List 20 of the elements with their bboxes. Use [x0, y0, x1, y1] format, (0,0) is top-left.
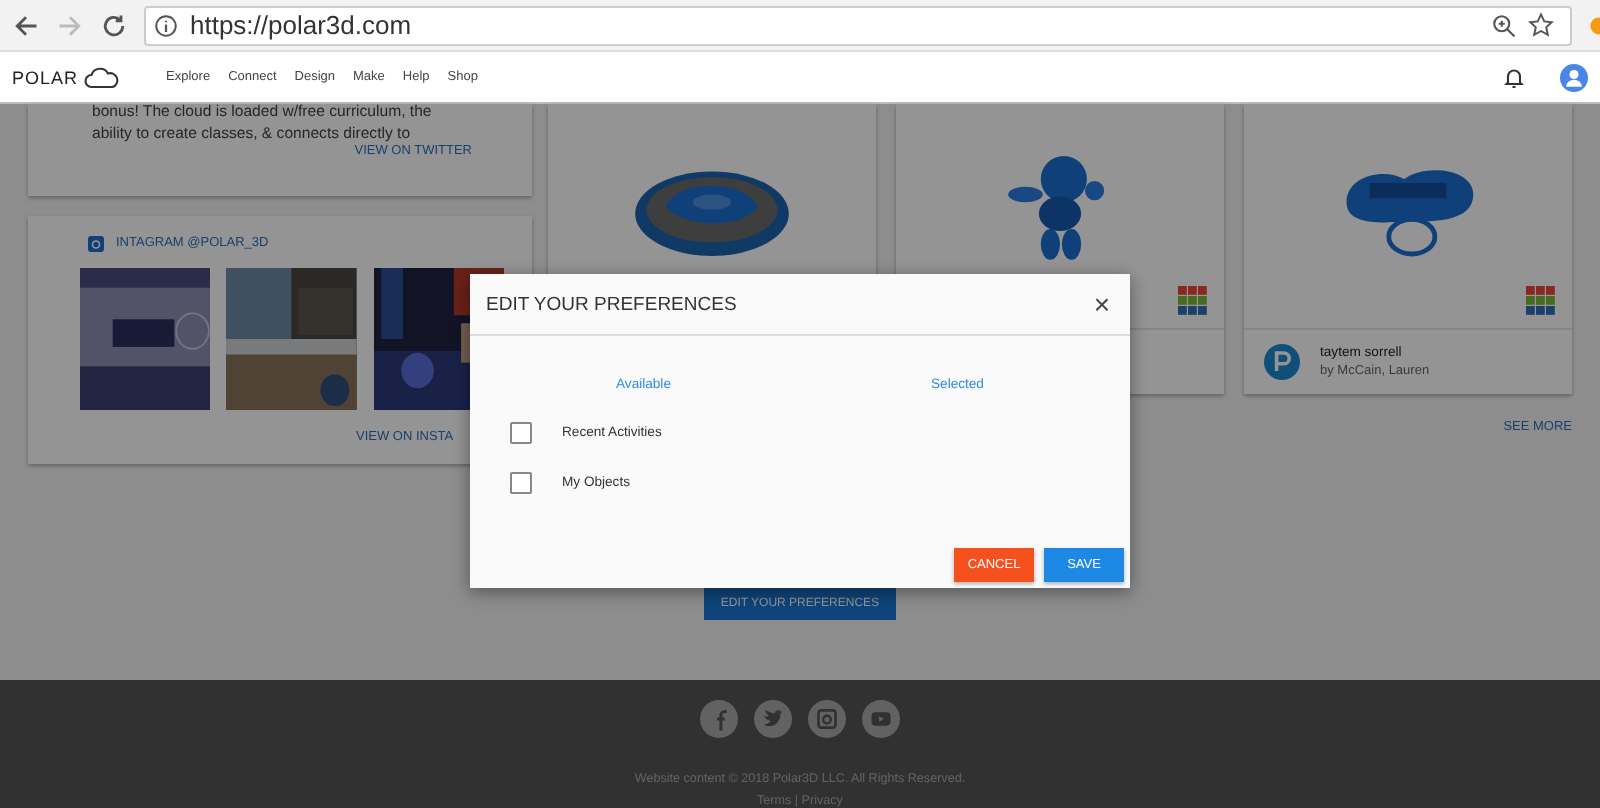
instagram-icon [88, 235, 104, 252]
close-button[interactable]: × [1089, 290, 1114, 318]
checkbox[interactable] [510, 472, 532, 494]
star-icon[interactable] [1528, 12, 1554, 38]
checkbox[interactable] [510, 422, 532, 444]
info-icon [154, 13, 178, 37]
back-icon[interactable] [12, 11, 40, 39]
reload-icon[interactable] [100, 11, 128, 39]
polar-avatar-icon [1264, 344, 1300, 380]
logo-text[interactable]: POLAR [12, 67, 79, 87]
bell-icon[interactable] [1502, 65, 1526, 89]
address-bar[interactable]: https://polar3d.com [144, 5, 1572, 45]
instagram-icon[interactable] [808, 700, 846, 738]
zoom-icon[interactable] [1492, 13, 1516, 37]
youtube-icon[interactable] [862, 700, 900, 738]
cloud-icon [84, 65, 121, 89]
avatar-icon[interactable] [1560, 63, 1588, 91]
dialog-title: EDIT YOUR PREFERENCES [486, 293, 737, 315]
twitter-icon[interactable] [754, 700, 792, 738]
facebook-icon[interactable] [700, 700, 738, 738]
